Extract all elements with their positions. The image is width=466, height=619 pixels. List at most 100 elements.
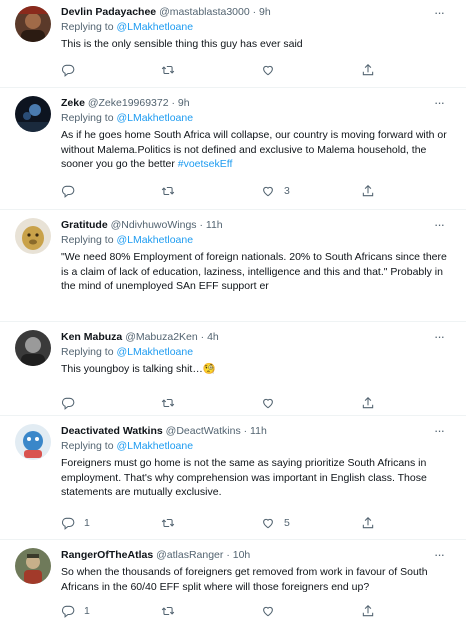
reply-icon (61, 64, 75, 77)
avatar[interactable] (15, 548, 51, 584)
action-bar: 3 (61, 183, 391, 199)
timestamp[interactable]: 9h (259, 6, 271, 18)
replying-to: Replying to @LMakhetloane (61, 20, 452, 34)
display-name[interactable]: Devlin Padayachee (61, 6, 156, 18)
display-name[interactable]: Deactivated Watkins (61, 425, 163, 437)
avatar[interactable] (15, 6, 51, 42)
mention-link[interactable]: @LMakhetloane (116, 234, 193, 246)
tweet-header: Gratitude @NdivhuwoWings · 11h (61, 218, 452, 232)
share-button[interactable] (361, 395, 375, 411)
action-bar: 1 5 (61, 515, 391, 531)
like-button[interactable]: 5 (261, 515, 290, 531)
timestamp[interactable]: 11h (250, 425, 267, 437)
avatar[interactable] (15, 330, 51, 366)
like-count: 5 (284, 517, 290, 529)
like-button[interactable] (261, 603, 284, 619)
avatar[interactable] (15, 424, 51, 460)
like-icon (263, 398, 273, 409)
tweet[interactable]: ··· Devlin Padayachee @mastablasta3000 ·… (0, 0, 466, 88)
share-icon (362, 185, 374, 197)
like-button[interactable] (261, 62, 284, 78)
tweet[interactable]: ··· Zeke @Zeke19969372 · 9h Replying to … (0, 88, 466, 210)
replying-label: Replying to (61, 440, 114, 452)
share-icon (362, 517, 374, 529)
timestamp[interactable]: 10h (233, 549, 251, 561)
separator: · (199, 219, 203, 231)
like-button[interactable] (261, 395, 284, 411)
display-name[interactable]: Ken Mabuza (61, 331, 122, 343)
like-icon (263, 606, 273, 617)
user-handle[interactable]: @mastablasta3000 (159, 6, 250, 18)
share-icon (362, 397, 374, 409)
avatar[interactable] (15, 218, 51, 254)
user-handle[interactable]: @Mabuza2Ken (125, 331, 198, 343)
tweet-text: So when the thousands of foreigners get … (61, 565, 452, 594)
reply-count: 1 (84, 605, 90, 617)
tweet-header: RangerOfTheAtlas @atlasRanger · 10h (61, 548, 452, 562)
reply-button[interactable]: 1 (61, 603, 90, 619)
tweet-text: "We need 80% Employment of foreign natio… (61, 250, 452, 294)
reply-button[interactable] (61, 183, 84, 199)
tweet-text: Foreigners must go home is not the same … (61, 456, 452, 500)
separator: · (252, 6, 257, 18)
user-handle[interactable]: @DeactWatkins (166, 425, 241, 437)
hashtag-link[interactable]: #voetsekEff (178, 158, 233, 170)
retweet-button[interactable] (161, 515, 184, 531)
action-bar (61, 395, 391, 411)
display-name[interactable]: RangerOfTheAtlas (61, 549, 153, 561)
mention-link[interactable]: @LMakhetloane (116, 21, 193, 33)
avatar[interactable] (15, 96, 51, 132)
tweet-header: Devlin Padayachee @mastablasta3000 · 9h (61, 5, 452, 19)
tweet-header: Deactivated Watkins @DeactWatkins · 11h (61, 424, 452, 438)
mention-link[interactable]: @LMakhetloane (116, 112, 193, 124)
share-button[interactable] (361, 603, 375, 619)
replying-label: Replying to (61, 346, 114, 358)
tweet-body: "We need 80% Employment of foreign natio… (61, 251, 447, 292)
emoji: 🧐 (202, 363, 216, 375)
retweet-button[interactable] (161, 183, 184, 199)
display-name[interactable]: Gratitude (61, 219, 108, 231)
tweet-body: This is the only sensible thing this guy… (61, 38, 303, 50)
like-icon (263, 518, 273, 529)
tweet[interactable]: ··· Ken Mabuza @Mabuza2Ken · 4h Replying… (0, 322, 466, 416)
tweet-header: Zeke @Zeke19969372 · 9h (61, 96, 452, 110)
tweet-text: As if he goes home South Africa will col… (61, 128, 452, 172)
retweet-icon (161, 518, 175, 528)
mention-link[interactable]: @LMakhetloane (116, 346, 193, 358)
timestamp[interactable]: 9h (178, 97, 190, 109)
tweet[interactable]: ··· Gratitude @NdivhuwoWings · 11h Reply… (0, 210, 466, 322)
retweet-icon (161, 606, 175, 616)
retweet-icon (161, 186, 175, 196)
retweet-button[interactable] (161, 62, 184, 78)
like-button[interactable]: 3 (261, 183, 290, 199)
action-bar (61, 62, 391, 78)
tweet[interactable]: ··· RangerOfTheAtlas @atlasRanger · 10h … (0, 540, 466, 618)
tweet[interactable]: ··· Deactivated Watkins @DeactWatkins · … (0, 416, 466, 540)
replying-to: Replying to @LMakhetloane (61, 233, 452, 247)
timestamp[interactable]: 4h (207, 331, 219, 343)
timestamp[interactable]: 11h (206, 219, 223, 231)
user-handle[interactable]: @atlasRanger (156, 549, 223, 561)
user-handle[interactable]: @Zeke19969372 (88, 97, 169, 109)
reply-button[interactable]: 1 (61, 515, 90, 531)
replying-to: Replying to @LMakhetloane (61, 439, 452, 453)
separator: · (200, 331, 205, 343)
retweet-button[interactable] (161, 603, 184, 619)
replying-label: Replying to (61, 112, 114, 124)
reply-icon (61, 397, 75, 410)
reply-button[interactable] (61, 62, 84, 78)
share-button[interactable] (361, 183, 375, 199)
share-icon (362, 605, 374, 617)
mention-link[interactable]: @LMakhetloane (116, 440, 193, 452)
action-bar: 1 (61, 603, 391, 619)
reply-button[interactable] (61, 395, 84, 411)
separator: · (171, 97, 176, 109)
display-name[interactable]: Zeke (61, 97, 85, 109)
share-button[interactable] (361, 515, 375, 531)
user-handle[interactable]: @NdivhuwoWings (111, 219, 197, 231)
share-icon (362, 64, 374, 76)
retweet-button[interactable] (161, 395, 184, 411)
reply-icon (61, 517, 75, 530)
share-button[interactable] (361, 62, 375, 78)
tweet-header: Ken Mabuza @Mabuza2Ken · 4h (61, 330, 452, 344)
